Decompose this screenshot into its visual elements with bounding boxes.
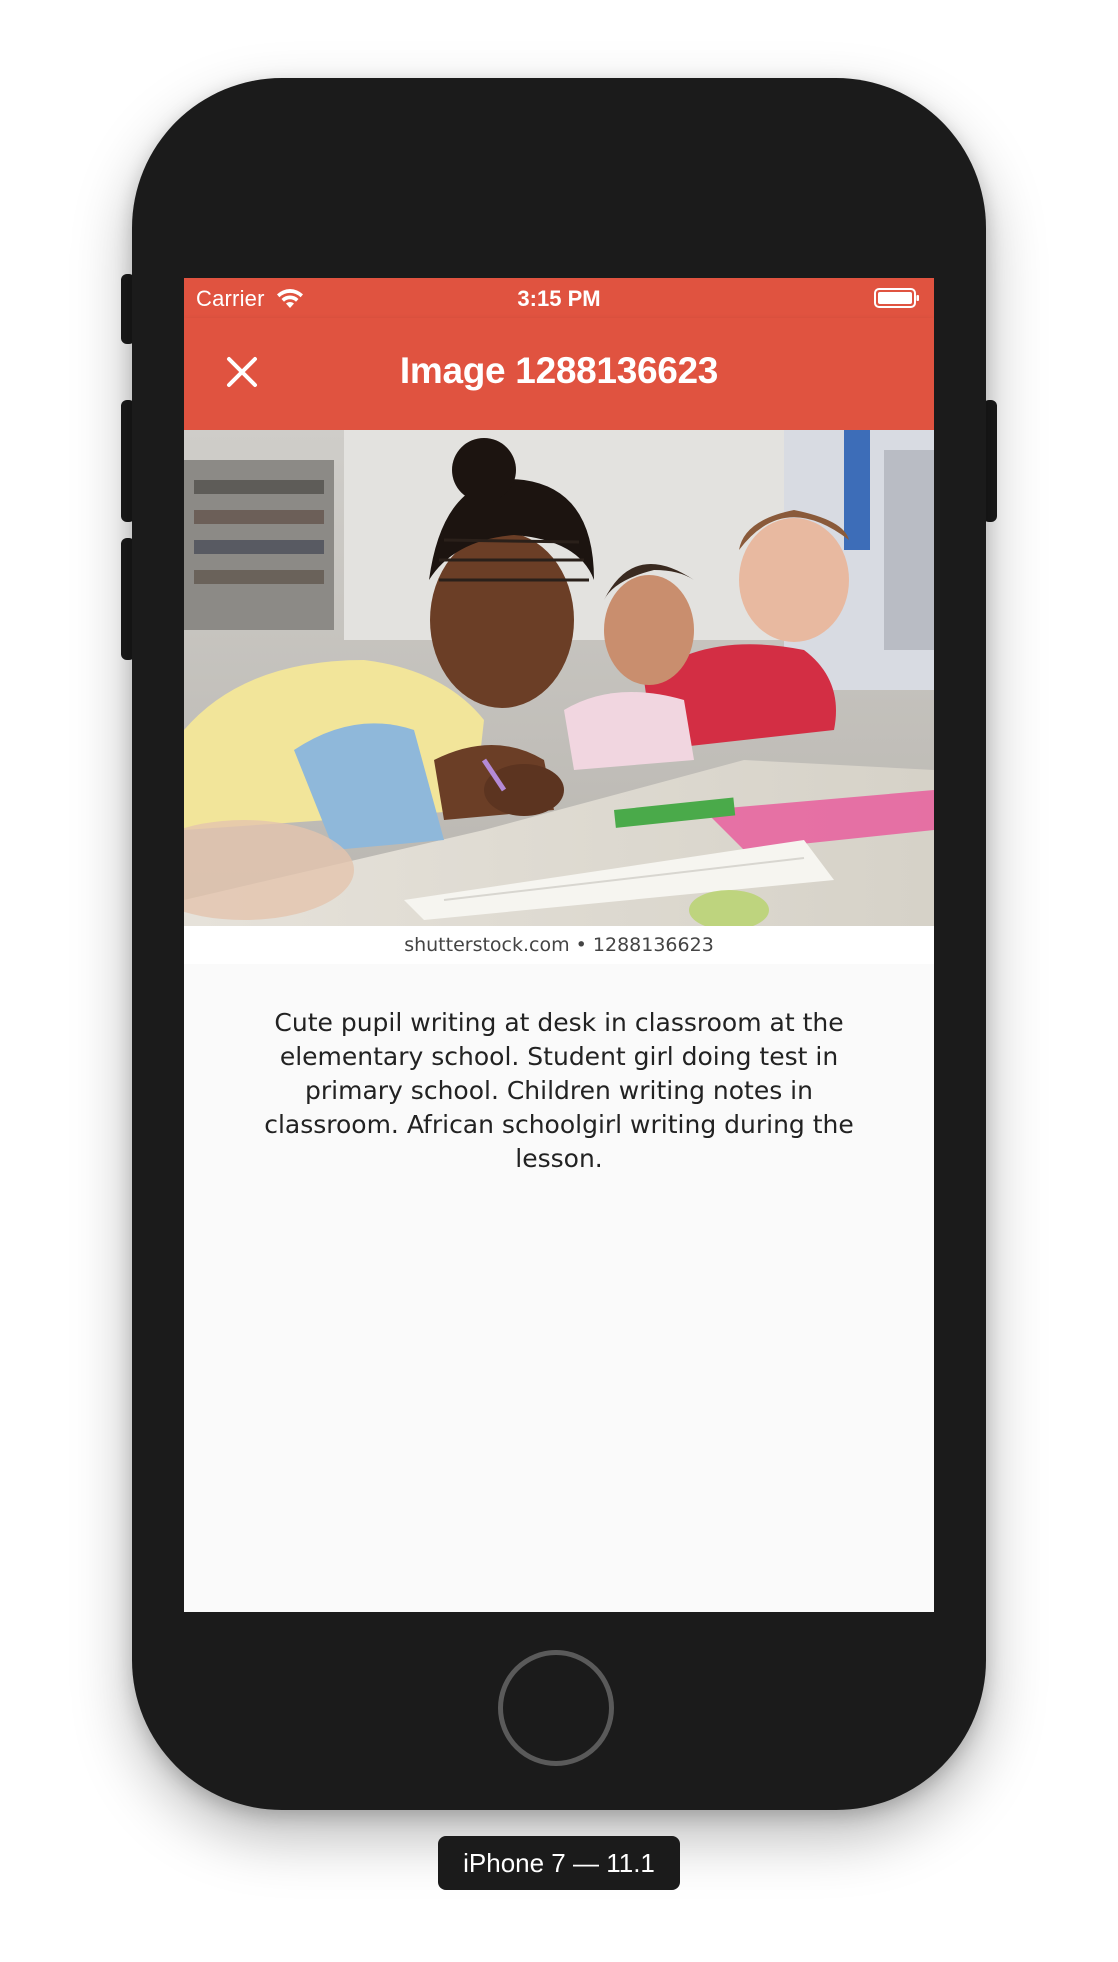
image-description: Cute pupil writing at desk in classroom …: [264, 1008, 854, 1173]
home-button[interactable]: [498, 1650, 614, 1766]
image-watermark: shutterstock.com • 1288136623: [184, 926, 934, 964]
status-bar: Carrier 3:15 PM: [184, 278, 934, 318]
device-screen: Carrier 3:15 PM Image 1288136623 shutter…: [184, 278, 934, 1612]
app-bar: Image 1288136623: [184, 318, 934, 430]
page-title: Image 1288136623: [399, 350, 719, 391]
battery-full-icon: [874, 288, 920, 308]
device-label: iPhone 7 — 11.1: [438, 1836, 680, 1890]
simulator-stage: Carrier 3:15 PM Image 1288136623 shutter…: [0, 0, 1118, 1962]
classroom-photo: [184, 430, 934, 926]
status-time: 3:15 PM: [517, 286, 601, 311]
